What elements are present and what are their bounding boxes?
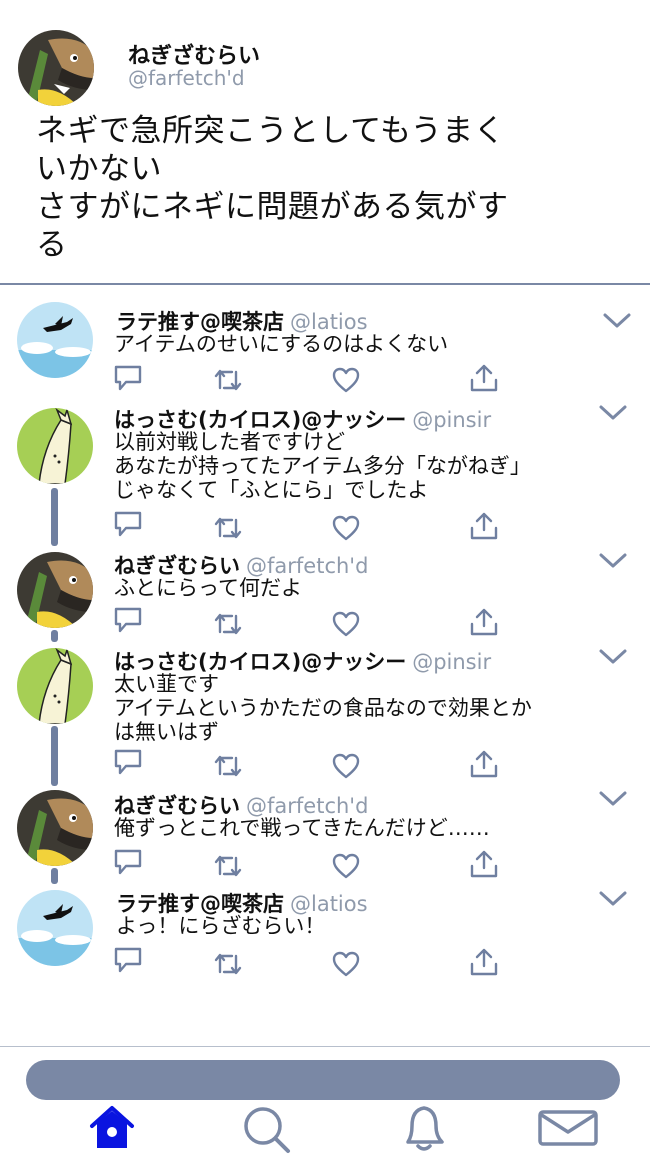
reply-avatar[interactable] (17, 408, 93, 484)
main-tweet-line: ネギで急所突こうとしてもうまく (36, 113, 506, 149)
main-tweet-avatar[interactable] (18, 30, 94, 106)
share-icon[interactable] (468, 748, 500, 780)
reply-icon[interactable] (112, 746, 144, 778)
reply-author-name: ラテ推す@喫茶店 (116, 892, 284, 916)
like-icon[interactable] (330, 948, 362, 980)
reply-icon[interactable] (112, 362, 144, 394)
chevron-down-icon[interactable] (602, 312, 632, 330)
retweet-icon[interactable] (212, 948, 244, 980)
retweet-icon[interactable] (212, 512, 244, 544)
thread-line (51, 726, 58, 786)
thread-line (51, 630, 58, 642)
like-icon[interactable] (330, 750, 362, 782)
reply-compose-bar[interactable] (26, 1060, 620, 1100)
retweet-icon[interactable] (212, 364, 244, 396)
reply-author-handle: @latios (290, 310, 368, 334)
reply-icon[interactable] (112, 846, 144, 878)
reply-avatar[interactable] (17, 890, 93, 966)
divider (0, 1046, 650, 1047)
reply-author-handle: @farfetch'd (246, 794, 369, 818)
messages-icon[interactable] (536, 1106, 600, 1158)
reply-icon[interactable] (112, 508, 144, 540)
thread-line (51, 488, 58, 546)
reply-line: 以前対戦した者ですけど (114, 430, 345, 454)
reply-line: アイテムのせいにするのはよくない (114, 332, 449, 356)
reply-avatar[interactable] (17, 302, 93, 378)
reply-icon[interactable] (112, 944, 144, 976)
share-icon[interactable] (468, 362, 500, 394)
reply-text: 俺ずっとこれで戦ってきたんだけど…… (114, 816, 614, 840)
like-icon[interactable] (330, 364, 362, 396)
like-icon[interactable] (330, 512, 362, 544)
reply-author-name: ねぎざむらい (114, 554, 240, 578)
reply-text: 太い韮です アイテムというかただの食品なので効果とか は無いはず (114, 672, 614, 744)
share-icon[interactable] (468, 606, 500, 638)
reply-line: 太い韮です (114, 672, 219, 696)
like-icon[interactable] (330, 608, 362, 640)
reply-icon[interactable] (112, 604, 144, 636)
reply-line: 俺ずっとこれで戦ってきたんだけど…… (114, 816, 490, 840)
reply-text: 以前対戦した者ですけど あなたが持ってたアイテム多分「ながねぎ」 じゃなくて「ふ… (114, 430, 614, 502)
chevron-down-icon[interactable] (598, 552, 628, 570)
reply-text: ふとにらって何だよ (114, 576, 614, 600)
main-tweet-author-handle: @farfetch'd (128, 66, 245, 90)
divider (0, 283, 650, 285)
reply-author-name: ねぎざむらい (114, 794, 240, 818)
notifications-icon[interactable] (396, 1102, 452, 1154)
main-tweet-line: る (36, 227, 68, 263)
retweet-icon[interactable] (212, 608, 244, 640)
search-icon[interactable] (238, 1102, 294, 1154)
reply-author-handle: @pinsir (412, 650, 492, 674)
chevron-down-icon[interactable] (598, 404, 628, 422)
reply-author-name: ラテ推す@喫茶店 (116, 310, 284, 334)
reply-line: は無いはず (114, 720, 219, 744)
chevron-down-icon[interactable] (598, 790, 628, 808)
reply-author-handle: @farfetch'd (246, 554, 369, 578)
retweet-icon[interactable] (212, 850, 244, 882)
reply-text: よっ！にらざむらい！ (116, 914, 616, 938)
main-tweet-line: さすがにネギに問題がある気がす (36, 189, 509, 225)
reply-author-handle: @latios (290, 892, 368, 916)
main-tweet-text: ネギで急所突こうとしてもうまく いかない さすがにネギに問題がある気がす る (36, 112, 626, 264)
chevron-down-icon[interactable] (598, 890, 628, 908)
reply-author-handle: @pinsir (412, 408, 492, 432)
reply-author-name: はっさむ(カイロス)@ナッシー (114, 650, 407, 674)
home-icon[interactable] (84, 1102, 140, 1154)
reply-author-name: はっさむ(カイロス)@ナッシー (114, 408, 407, 432)
share-icon[interactable] (468, 946, 500, 978)
reply-line: アイテムというかただの食品なので効果とか (114, 696, 532, 720)
reply-avatar[interactable] (17, 552, 93, 628)
thread-line (51, 868, 58, 884)
reply-text: アイテムのせいにするのはよくない (114, 332, 614, 356)
main-tweet-line: いかない (36, 151, 162, 187)
reply-avatar[interactable] (17, 790, 93, 866)
reply-avatar[interactable] (17, 648, 93, 724)
like-icon[interactable] (330, 850, 362, 882)
retweet-icon[interactable] (212, 750, 244, 782)
reply-line: あなたが持ってたアイテム多分「ながねぎ」 (114, 454, 531, 478)
reply-line: じゃなくて「ふとにら」でしたよ (114, 478, 429, 502)
reply-line: よっ！にらざむらい！ (116, 914, 326, 938)
chevron-down-icon[interactable] (598, 648, 628, 666)
reply-line: ふとにらって何だよ (114, 576, 302, 600)
share-icon[interactable] (468, 848, 500, 880)
share-icon[interactable] (468, 510, 500, 542)
